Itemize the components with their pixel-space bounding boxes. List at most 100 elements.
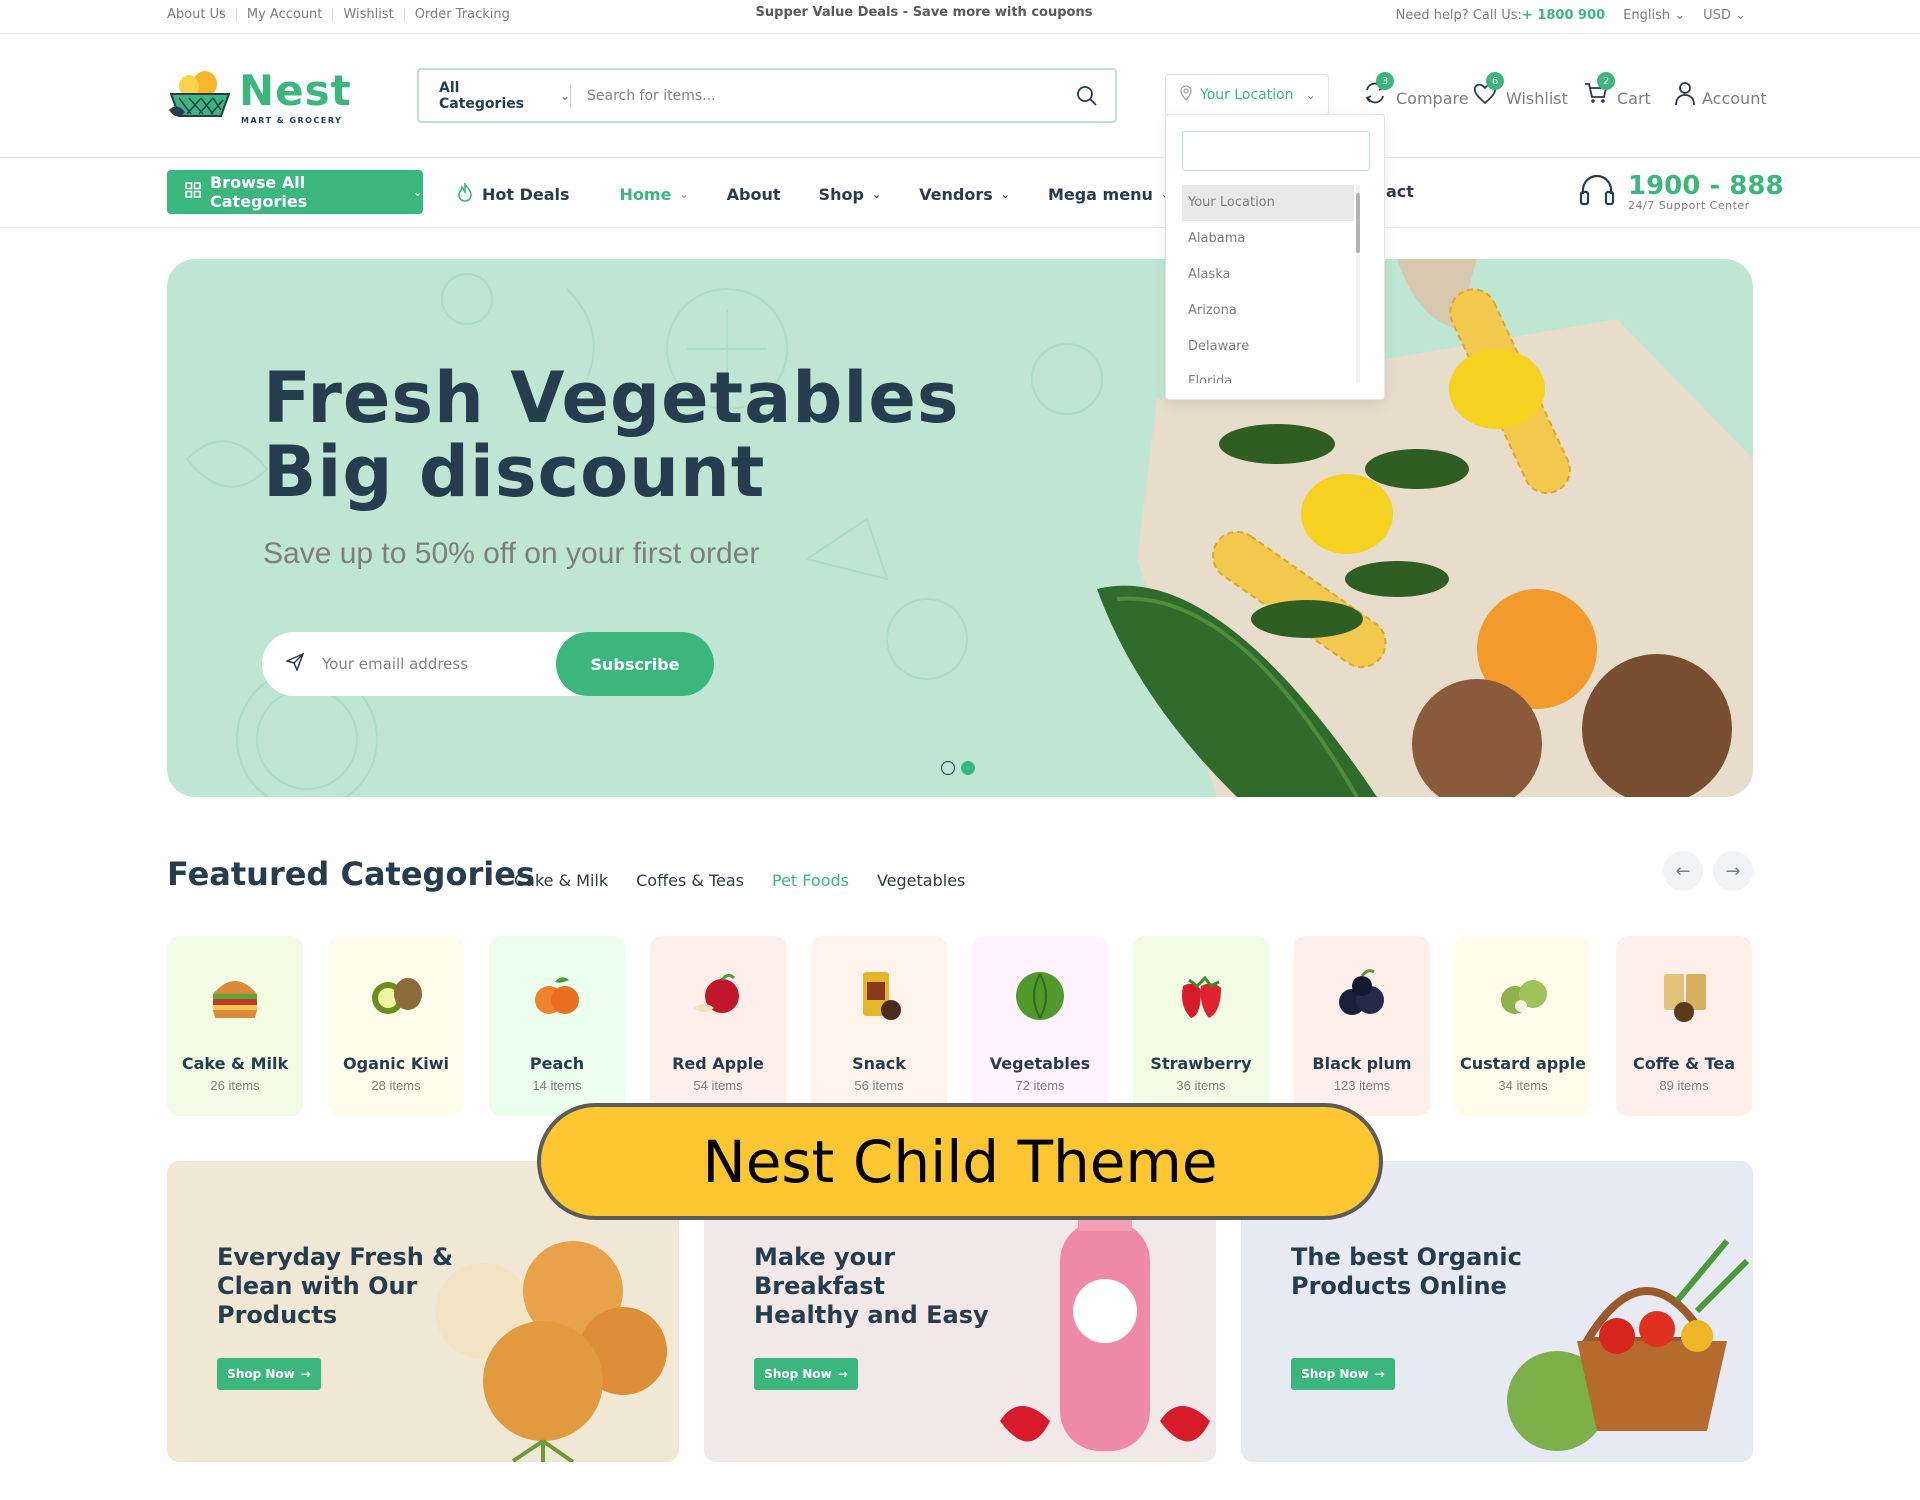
banner-title: The best Organic Products Online: [1291, 1243, 1522, 1300]
browse-categories-button[interactable]: Browse All Categories ⌄: [167, 170, 423, 214]
chevron-down-icon: ⌄: [559, 88, 570, 103]
shop-now-button[interactable]: Shop Now →: [217, 1358, 321, 1390]
tab-pet-foods[interactable]: Pet Foods: [772, 871, 849, 890]
onion-image: [435, 1241, 667, 1462]
tab-cake-milk[interactable]: Cake & Milk: [514, 871, 608, 890]
compare-label: Compare: [1396, 89, 1469, 108]
logo[interactable]: Nest MART & GROCERY: [167, 66, 351, 126]
coffee-tea-icon: [1664, 974, 1706, 1022]
paper-plane-icon: [284, 652, 305, 675]
category-card[interactable]: Peach 14 items: [489, 936, 625, 1116]
chevron-down-icon: ⌄: [1674, 8, 1686, 23]
logo-wordmark: Nest: [239, 66, 352, 115]
burger-icon: [213, 981, 257, 1018]
tab-vegetables[interactable]: Vegetables: [877, 871, 965, 890]
chevron-down-icon: ⌄: [1735, 8, 1746, 23]
category-name: Snack: [852, 1054, 906, 1073]
nav-home[interactable]: Home ⌄: [620, 182, 689, 206]
juice-bottle-image: [1000, 1201, 1210, 1451]
slider-dot[interactable]: [941, 761, 955, 775]
category-card[interactable]: Coffe & Tea 89 items: [1616, 936, 1752, 1116]
nav-hot-deals-label: Hot Deals: [482, 184, 570, 204]
subscribe-button[interactable]: Subscribe: [556, 632, 714, 696]
wishlist-label: Wishlist: [1506, 89, 1568, 108]
apple-icon: [694, 973, 739, 1013]
fire-icon: [456, 182, 474, 206]
help-phone[interactable]: + 1800 900: [1522, 8, 1605, 23]
email-input[interactable]: Your emaill address: [322, 655, 556, 673]
cart-count-badge: 2: [1597, 72, 1615, 90]
cart-link[interactable]: 2 Cart: [1583, 72, 1651, 108]
logo-basket-icon: [169, 71, 231, 117]
location-option[interactable]: Delaware: [1182, 329, 1354, 365]
hero-title: Fresh Vegetables Big discount: [263, 361, 960, 509]
nav-hot-deals[interactable]: Hot Deals: [456, 182, 570, 206]
location-select[interactable]: Your Location ⌄: [1165, 74, 1329, 116]
category-card[interactable]: Strawberry 36 items: [1133, 936, 1269, 1116]
location-option[interactable]: Arizona: [1182, 293, 1354, 329]
prev-arrow-button[interactable]: ←: [1663, 851, 1703, 891]
currency-select[interactable]: USD ⌄: [1703, 8, 1746, 23]
category-name: Red Apple: [672, 1054, 764, 1073]
top-bar: About Us My Account Wishlist Order Track…: [0, 0, 1920, 34]
language-select[interactable]: English ⌄: [1623, 8, 1685, 23]
wishlist-link[interactable]: 6 Wishlist: [1472, 72, 1568, 108]
shop-now-button[interactable]: Shop Now →: [1291, 1358, 1395, 1390]
compare-count-badge: 3: [1376, 72, 1394, 90]
category-card[interactable]: Red Apple 54 items: [650, 936, 786, 1116]
shop-now-button[interactable]: Shop Now →: [754, 1358, 858, 1390]
location-option[interactable]: Alaska: [1182, 257, 1354, 293]
next-arrow-button[interactable]: →: [1713, 851, 1753, 891]
category-count: 72 items: [1015, 1078, 1065, 1093]
peach-icon: [535, 977, 579, 1014]
category-count: 56 items: [854, 1078, 904, 1093]
category-select-label: All Categories: [439, 79, 525, 112]
search-input[interactable]: Search for items...: [571, 88, 1059, 104]
category-name: Peach: [529, 1054, 585, 1073]
dropdown-scrollbar[interactable]: [1356, 193, 1360, 253]
nav-contact[interactable]: act: [1386, 182, 1414, 201]
support-center[interactable]: 1900 - 888 24/7 Support Center: [1578, 172, 1784, 212]
category-card[interactable]: Vegetables 72 items: [972, 936, 1108, 1116]
kiwi-icon: [372, 978, 422, 1014]
snack-icon: [863, 972, 901, 1020]
slider-dot-active[interactable]: [961, 761, 975, 775]
browse-label: Browse All Categories: [210, 173, 308, 211]
category-name: Oganic Kiwi: [343, 1054, 449, 1073]
category-name: Cake & Milk: [181, 1054, 289, 1073]
category-count: 26 items: [210, 1078, 260, 1093]
category-card[interactable]: Oganic Kiwi 28 items: [328, 936, 464, 1116]
nav-mega-menu[interactable]: Mega menu⌄: [1048, 182, 1170, 206]
search-icon[interactable]: [1059, 85, 1115, 107]
location-search-input[interactable]: [1182, 131, 1370, 171]
category-cards: Cake & Milk 26 items Oganic Kiwi 28 item…: [167, 936, 1752, 1116]
nav-shop[interactable]: Shop ⌄: [819, 182, 882, 206]
nav-home-label: Home: [619, 184, 672, 204]
category-card[interactable]: Custard apple 34 items: [1455, 936, 1591, 1116]
nav-vendors[interactable]: Vendors ⌄: [919, 182, 1010, 206]
account-link[interactable]: Account: [1672, 80, 1767, 108]
theme-title-overlay: Nest Child Theme: [537, 1103, 1383, 1220]
category-card[interactable]: Cake & Milk 26 items: [167, 936, 303, 1116]
slider-dots: [941, 761, 975, 775]
category-card[interactable]: Black plum 123 items: [1294, 936, 1430, 1116]
chevron-down-icon: ⌄: [871, 187, 882, 201]
location-dropdown: Your Location Alabama Alaska Arizona Del…: [1165, 114, 1385, 400]
nav-about[interactable]: About: [727, 182, 781, 206]
location-option[interactable]: Your Location: [1182, 185, 1354, 221]
arrow-left-icon: ←: [1675, 860, 1691, 882]
help-label: Need help? Call Us:: [1395, 8, 1522, 23]
hero-title-line2: Big discount: [263, 431, 766, 513]
location-option[interactable]: Alabama: [1182, 221, 1354, 257]
category-count: 89 items: [1659, 1078, 1709, 1093]
category-select[interactable]: All Categories ⌄: [419, 80, 571, 112]
tab-coffes-teas[interactable]: Coffes & Teas: [636, 871, 744, 890]
compare-link[interactable]: 3 Compare: [1362, 72, 1469, 108]
currency-label: USD: [1703, 8, 1731, 23]
location-label: Your Location: [1200, 87, 1294, 103]
category-count: 14 items: [532, 1078, 582, 1093]
location-option[interactable]: Florida: [1182, 365, 1354, 383]
category-card[interactable]: Snack 56 items: [811, 936, 947, 1116]
help-text: Need help? Call Us:+ 1800 900: [1396, 8, 1606, 23]
featured-title: Featured Categories: [167, 855, 535, 893]
